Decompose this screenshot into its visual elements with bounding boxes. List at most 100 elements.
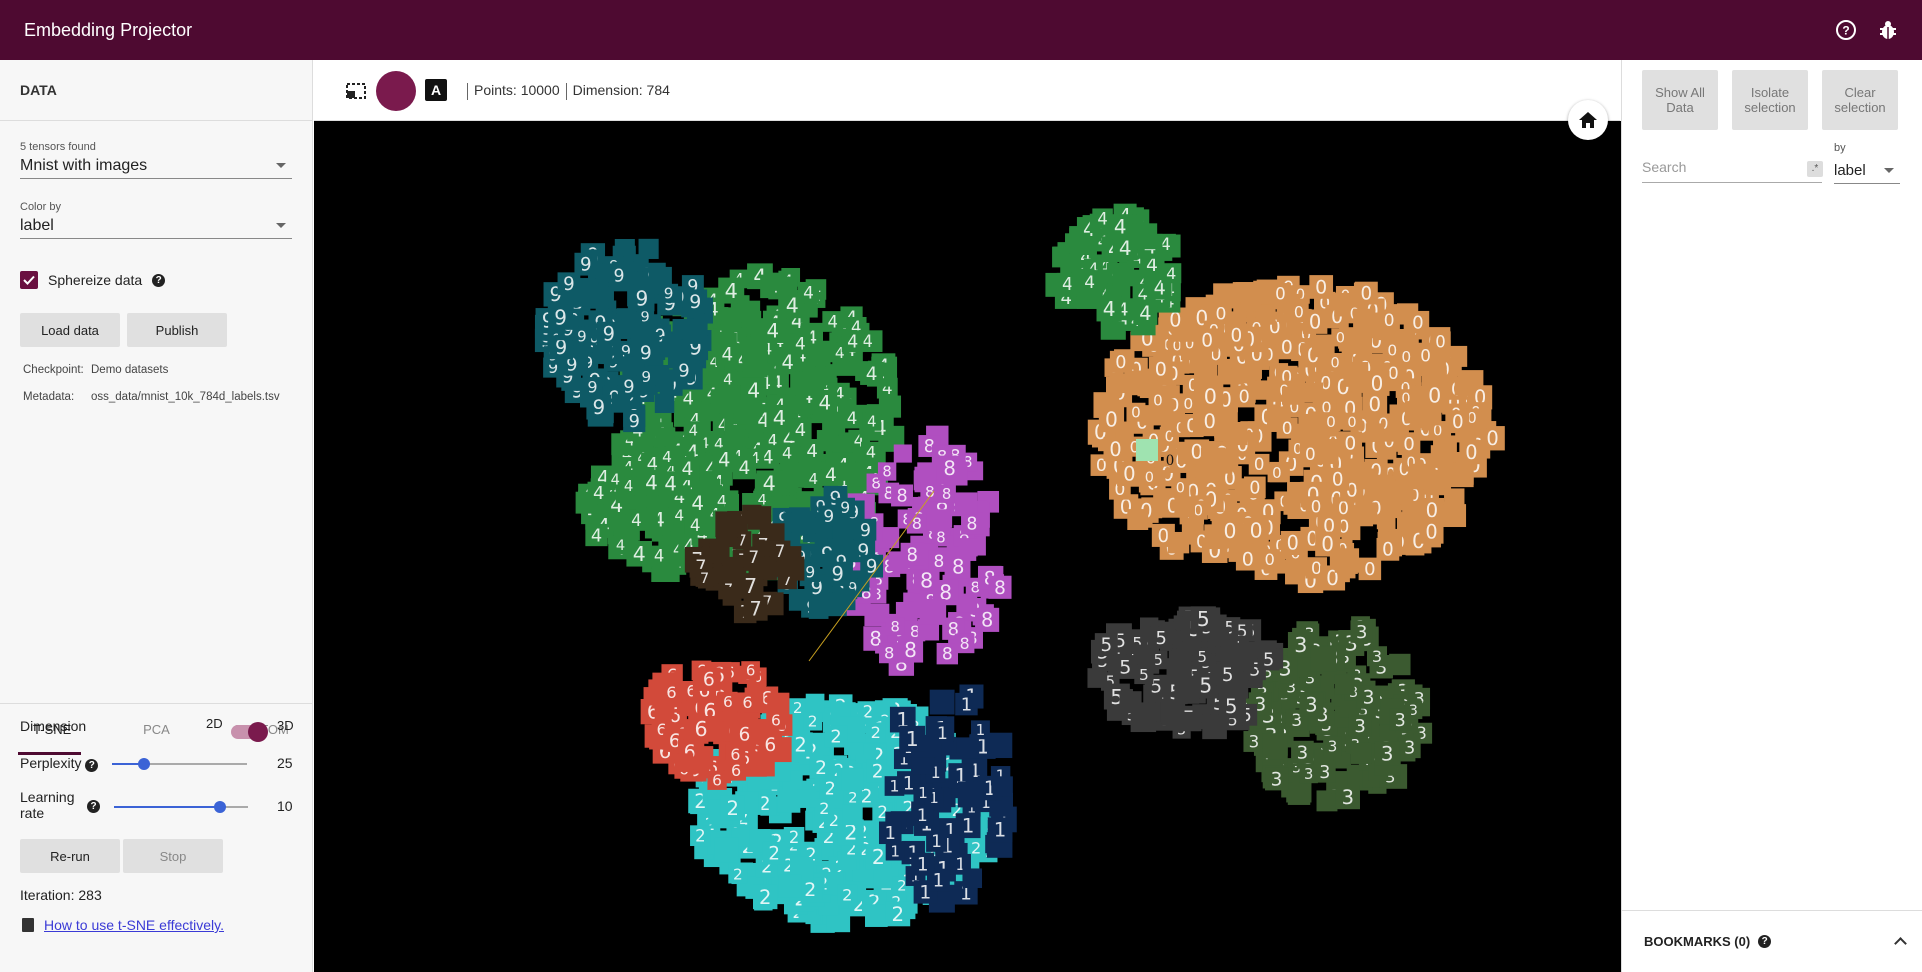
learning-rate-slider[interactable] — [114, 801, 248, 813]
digit-point[interactable] — [1220, 643, 1241, 664]
digit-point[interactable] — [643, 687, 663, 706]
digit-point[interactable]: 0 — [1382, 340, 1402, 360]
digit-point[interactable]: 4 — [804, 469, 823, 488]
home-button[interactable] — [1568, 100, 1608, 140]
digit-point[interactable]: 0 — [1415, 345, 1437, 367]
digit-point[interactable] — [808, 599, 829, 619]
digit-point[interactable]: 4 — [625, 509, 647, 531]
regex-toggle[interactable]: .* — [1807, 161, 1823, 177]
digit-point[interactable]: 6 — [737, 692, 758, 713]
digit-point[interactable] — [893, 444, 912, 463]
bookmarks-header[interactable]: BOOKMARKS (0) ? — [1622, 910, 1922, 972]
digit-point[interactable]: 3 — [1398, 736, 1421, 758]
digit-point[interactable] — [841, 768, 864, 791]
digit-point[interactable]: 9 — [818, 505, 840, 527]
digit-point[interactable]: 5 — [1094, 633, 1118, 657]
digit-point[interactable]: 8 — [954, 633, 975, 654]
night-mode-icon[interactable] — [376, 71, 416, 111]
digit-point[interactable] — [929, 689, 955, 715]
digit-point[interactable] — [724, 424, 745, 445]
digit-point[interactable]: 4 — [841, 330, 864, 352]
digit-point[interactable] — [714, 837, 739, 863]
digit-point[interactable] — [1282, 386, 1301, 405]
digit-point[interactable] — [992, 776, 1013, 797]
digit-point[interactable]: 2 — [720, 795, 745, 821]
digit-point[interactable]: 7 — [769, 540, 791, 562]
digit-point[interactable] — [1200, 447, 1226, 472]
digit-point[interactable]: 4 — [860, 361, 884, 385]
digit-point[interactable]: 9 — [596, 321, 621, 346]
digit-point[interactable]: 0 — [1280, 531, 1305, 555]
bug-icon[interactable] — [1876, 18, 1900, 42]
sphereize-checkbox-row[interactable]: Sphereize data ? — [20, 271, 166, 289]
rerun-button[interactable]: Re-run — [20, 839, 120, 873]
digit-point[interactable]: 4 — [684, 514, 706, 536]
digit-point[interactable]: 3 — [1389, 708, 1412, 731]
digit-point[interactable]: 4 — [658, 471, 683, 496]
digit-point[interactable]: 0 — [1289, 302, 1309, 322]
digit-point[interactable]: 8 — [988, 575, 1012, 599]
digit-point[interactable]: 0 — [1109, 350, 1132, 373]
digit-point[interactable]: 8 — [897, 637, 924, 663]
digit-point[interactable]: 1 — [955, 692, 978, 716]
digit-point[interactable]: 9 — [572, 326, 592, 346]
digit-point[interactable]: 1 — [911, 852, 935, 876]
digit-point[interactable]: 4 — [626, 540, 653, 567]
digit-point[interactable] — [595, 263, 615, 283]
digit-point[interactable] — [1303, 382, 1323, 403]
perplexity-knob[interactable] — [138, 758, 150, 770]
help-icon[interactable]: ? — [152, 273, 166, 287]
digit-point[interactable]: 4 — [862, 412, 882, 431]
digit-point[interactable]: 4 — [732, 456, 757, 480]
learning-rate-knob[interactable] — [214, 801, 226, 813]
digit-point[interactable]: 2 — [865, 722, 886, 743]
digit-point[interactable]: 0 — [1309, 275, 1334, 299]
digit-point[interactable] — [1141, 702, 1161, 722]
digit-point[interactable] — [733, 399, 759, 425]
labels-icon[interactable]: A — [425, 79, 447, 101]
digit-point[interactable]: 9 — [860, 554, 884, 578]
digit-point[interactable]: 0 — [1358, 557, 1382, 581]
digit-point[interactable]: 0 — [1299, 443, 1321, 465]
digit-point[interactable]: 3 — [1366, 646, 1388, 667]
digit-point[interactable]: 0 — [1305, 496, 1327, 518]
digit-point[interactable]: 4 — [1079, 271, 1101, 293]
digit-point[interactable]: 0 — [1195, 328, 1219, 352]
dimension-toggle[interactable] — [231, 722, 268, 742]
digit-point[interactable] — [962, 868, 983, 889]
digit-point[interactable]: 0 — [1197, 408, 1222, 434]
digit-point[interactable]: 2 — [824, 725, 848, 748]
digit-point[interactable]: 8 — [891, 484, 914, 507]
digit-point[interactable] — [1131, 223, 1158, 250]
digit-point[interactable] — [654, 393, 675, 414]
chevron-up-icon[interactable] — [1894, 937, 1907, 950]
digit-point[interactable] — [1356, 468, 1378, 490]
digit-point[interactable]: 8 — [877, 462, 897, 481]
digit-point[interactable]: 5 — [1257, 648, 1280, 671]
digit-point[interactable] — [747, 506, 772, 530]
search-by-selector[interactable]: label — [1834, 158, 1900, 184]
digit-point[interactable] — [1127, 509, 1149, 531]
clear-selection-button[interactable]: Clear selection — [1822, 70, 1898, 130]
digit-point[interactable]: 0 — [1243, 517, 1269, 544]
digit-point[interactable] — [959, 538, 978, 557]
digit-point[interactable] — [1334, 548, 1360, 573]
digit-point[interactable] — [1262, 733, 1288, 759]
digit-point[interactable]: 0 — [1419, 497, 1445, 523]
digit-point[interactable]: 0 — [1233, 385, 1256, 408]
digit-point[interactable]: 0 — [1338, 431, 1363, 455]
digit-point[interactable] — [1119, 691, 1142, 714]
digit-point[interactable] — [715, 511, 742, 538]
digit-point[interactable] — [928, 509, 951, 532]
digit-point[interactable]: 9 — [582, 377, 603, 398]
digit-point[interactable] — [1112, 264, 1135, 287]
digit-point[interactable]: 4 — [797, 281, 820, 304]
digit-point[interactable]: 2 — [762, 841, 786, 865]
digit-point[interactable] — [682, 318, 708, 344]
digit-point[interactable]: 6 — [688, 715, 714, 742]
digit-point[interactable] — [709, 543, 730, 564]
digit-point[interactable]: 1 — [899, 725, 926, 752]
digit-point[interactable]: 1 — [926, 830, 948, 852]
digit-point[interactable]: 1 — [987, 817, 1013, 843]
digit-point[interactable]: 2 — [843, 788, 862, 807]
